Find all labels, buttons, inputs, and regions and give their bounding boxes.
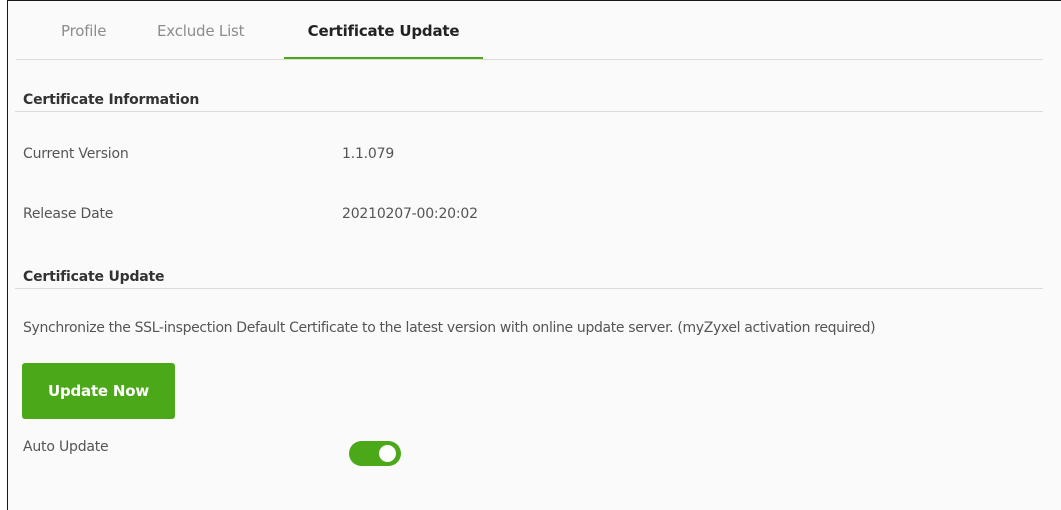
auto-update-label: Auto Update [23,439,109,455]
tab-profile[interactable]: Profile [61,1,106,60]
section-divider [15,288,1043,289]
auto-update-toggle[interactable] [349,441,401,466]
update-now-button[interactable]: Update Now [22,363,175,419]
section-title-certificate-information: Certificate Information [23,92,200,108]
release-date-value: 20210207-00:20:02 [342,206,478,222]
toggle-knob [379,445,396,462]
tab-bar: Profile Exclude List Certificate Update [8,1,1061,60]
content-panel: Profile Exclude List Certificate Update … [7,0,1061,510]
section-divider [15,111,1043,112]
tab-certificate-update[interactable]: Certificate Update [284,1,483,60]
release-date-label: Release Date [23,206,114,222]
current-version-label: Current Version [23,146,129,162]
section-title-certificate-update: Certificate Update [23,269,165,285]
tab-exclude-list[interactable]: Exclude List [157,1,245,60]
current-version-value: 1.1.079 [342,146,395,162]
tab-bar-divider [16,59,1043,60]
certificate-update-description: Synchronize the SSL-inspection Default C… [23,320,876,336]
